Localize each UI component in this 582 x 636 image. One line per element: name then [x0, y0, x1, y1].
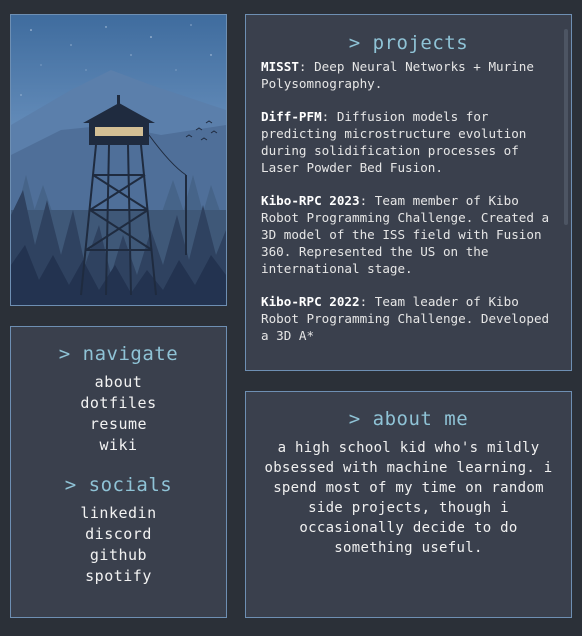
nav-link-about[interactable]: about	[11, 372, 226, 393]
projects-list: MISST: Deep Neural Networks + Murine Pol…	[246, 58, 571, 344]
nav-link-dotfiles[interactable]: dotfiles	[11, 393, 226, 414]
projects-heading: > projects	[348, 32, 469, 54]
project-item: Diff-PFM: Diffusion models for predictin…	[261, 108, 555, 176]
scrollbar[interactable]	[564, 29, 568, 225]
nav-link-wiki[interactable]: wiki	[11, 435, 226, 456]
projects-panel: > projects MISST: Deep Neural Networks +…	[245, 14, 572, 371]
socials-links: linkedin discord github spotify	[11, 503, 226, 587]
project-name: Kibo-RPC 2023	[261, 193, 360, 208]
project-item: Kibo-RPC 2022: Team leader of Kibo Robot…	[261, 293, 555, 344]
fire-lookout-tower-illustration	[11, 15, 226, 305]
socials-heading: > socials	[64, 474, 173, 496]
social-link-linkedin[interactable]: linkedin	[11, 503, 226, 524]
project-item: Kibo-RPC 2023: Team member of Kibo Robot…	[261, 192, 555, 277]
about-panel: > about me a high school kid who's mildl…	[245, 391, 572, 618]
about-text: a high school kid who's mildly obsessed …	[264, 440, 553, 556]
navigate-links: about dotfiles resume wiki	[11, 372, 226, 456]
project-name: Kibo-RPC 2022	[261, 294, 360, 309]
project-desc: : Deep Neural Networks + Murine Polysomn…	[261, 59, 534, 91]
social-link-discord[interactable]: discord	[11, 524, 226, 545]
about-heading: > about me	[348, 408, 469, 430]
nav-link-resume[interactable]: resume	[11, 414, 226, 435]
project-name: MISST	[261, 59, 299, 74]
social-link-spotify[interactable]: spotify	[11, 566, 226, 587]
social-link-github[interactable]: github	[11, 545, 226, 566]
header-illustration	[10, 14, 227, 306]
navigate-heading: > navigate	[58, 343, 179, 365]
navigation-panel: > navigate about dotfiles resume wiki > …	[10, 326, 227, 618]
project-item: MISST: Deep Neural Networks + Murine Pol…	[261, 58, 555, 92]
project-name: Diff-PFM	[261, 109, 322, 124]
